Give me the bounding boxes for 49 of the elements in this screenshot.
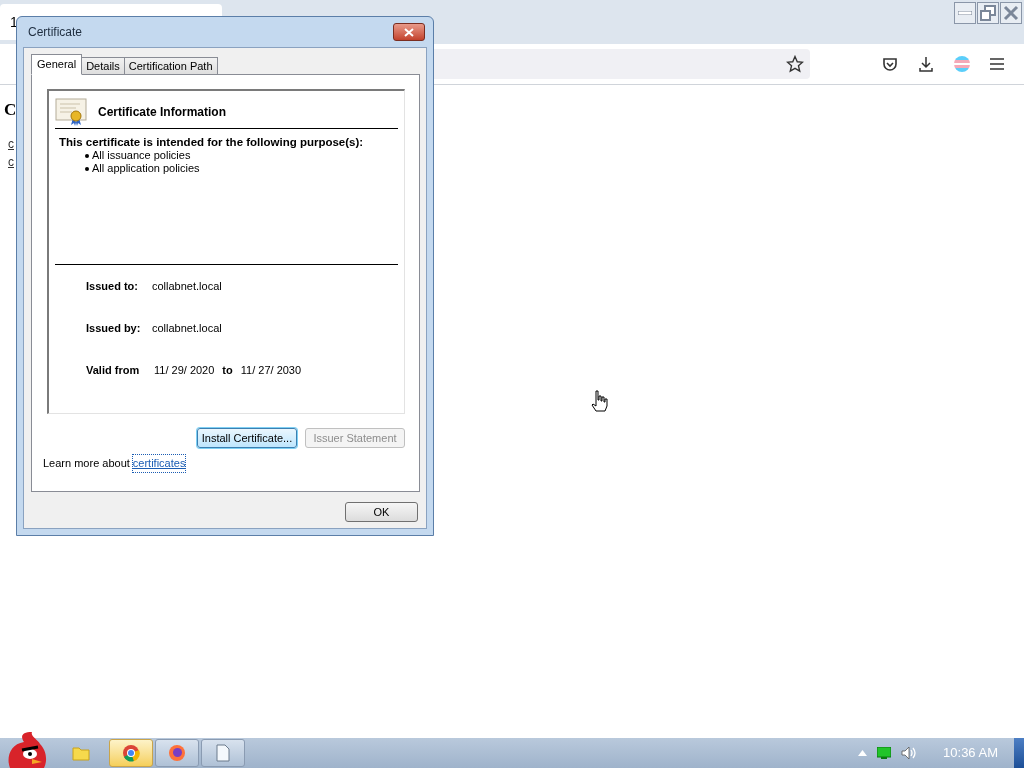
page-heading: C [4, 99, 16, 121]
close-button[interactable] [393, 23, 425, 41]
network-icon[interactable] [877, 747, 892, 759]
field-value: 11/ 29/ 2020 [154, 362, 215, 378]
tab[interactable]: Certification Path [124, 57, 218, 75]
document-icon [216, 744, 230, 762]
restore-icon [980, 5, 996, 21]
field-label: Valid from [86, 362, 141, 378]
purpose-item: All issuance policies [92, 149, 191, 162]
close-icon [1003, 5, 1019, 21]
taskbar-app[interactable] [109, 739, 153, 767]
purpose-heading: This certificate is intended for the following purpose(s): [59, 135, 365, 149]
field-label: to [222, 362, 233, 378]
dialog-button[interactable]: Install Certificate... [197, 428, 297, 448]
bullet-icon [85, 166, 89, 171]
minimize-button[interactable] [954, 2, 976, 24]
menu-icon[interactable] [990, 58, 1004, 70]
learn-more-text: Learn more about [43, 456, 130, 471]
show-hidden-icons[interactable] [858, 750, 868, 756]
bullet-icon [85, 153, 89, 158]
field-value: 11/ 27/ 2030 [240, 362, 302, 378]
browser-icon [122, 744, 140, 762]
tab[interactable]: General [31, 54, 83, 75]
ok-button[interactable]: OK [345, 502, 418, 522]
hand-cursor-icon [590, 390, 608, 412]
volume-icon[interactable] [901, 746, 918, 760]
certificates-link[interactable]: certificates [132, 455, 186, 472]
download-icon[interactable] [918, 56, 934, 72]
certificate-icon [55, 97, 88, 126]
field-label: Issued by: [86, 320, 142, 336]
field-value: collabnet.local [152, 320, 222, 336]
star-icon[interactable] [786, 55, 804, 73]
page-link[interactable]: c [8, 153, 14, 171]
minimize-icon [958, 11, 972, 15]
account-icon[interactable] [954, 56, 970, 72]
tab[interactable]: Details [82, 57, 125, 75]
show-desktop-button[interactable] [1014, 738, 1024, 768]
purpose-item: All application policies [92, 162, 200, 175]
dialog-button: Issuer Statement [305, 428, 405, 448]
panel-heading: Certificate Information [98, 103, 226, 121]
close-icon [404, 27, 414, 37]
taskbar-app[interactable] [155, 739, 199, 767]
field-label: Issued to: [86, 278, 139, 294]
dialog-title: Certificate [28, 24, 83, 41]
taskbar-app[interactable] [201, 739, 245, 767]
restore-button[interactable] [977, 2, 999, 24]
firefox-icon [168, 744, 186, 762]
page-link[interactable]: c [8, 135, 14, 153]
field-value: collabnet.local [152, 278, 222, 294]
